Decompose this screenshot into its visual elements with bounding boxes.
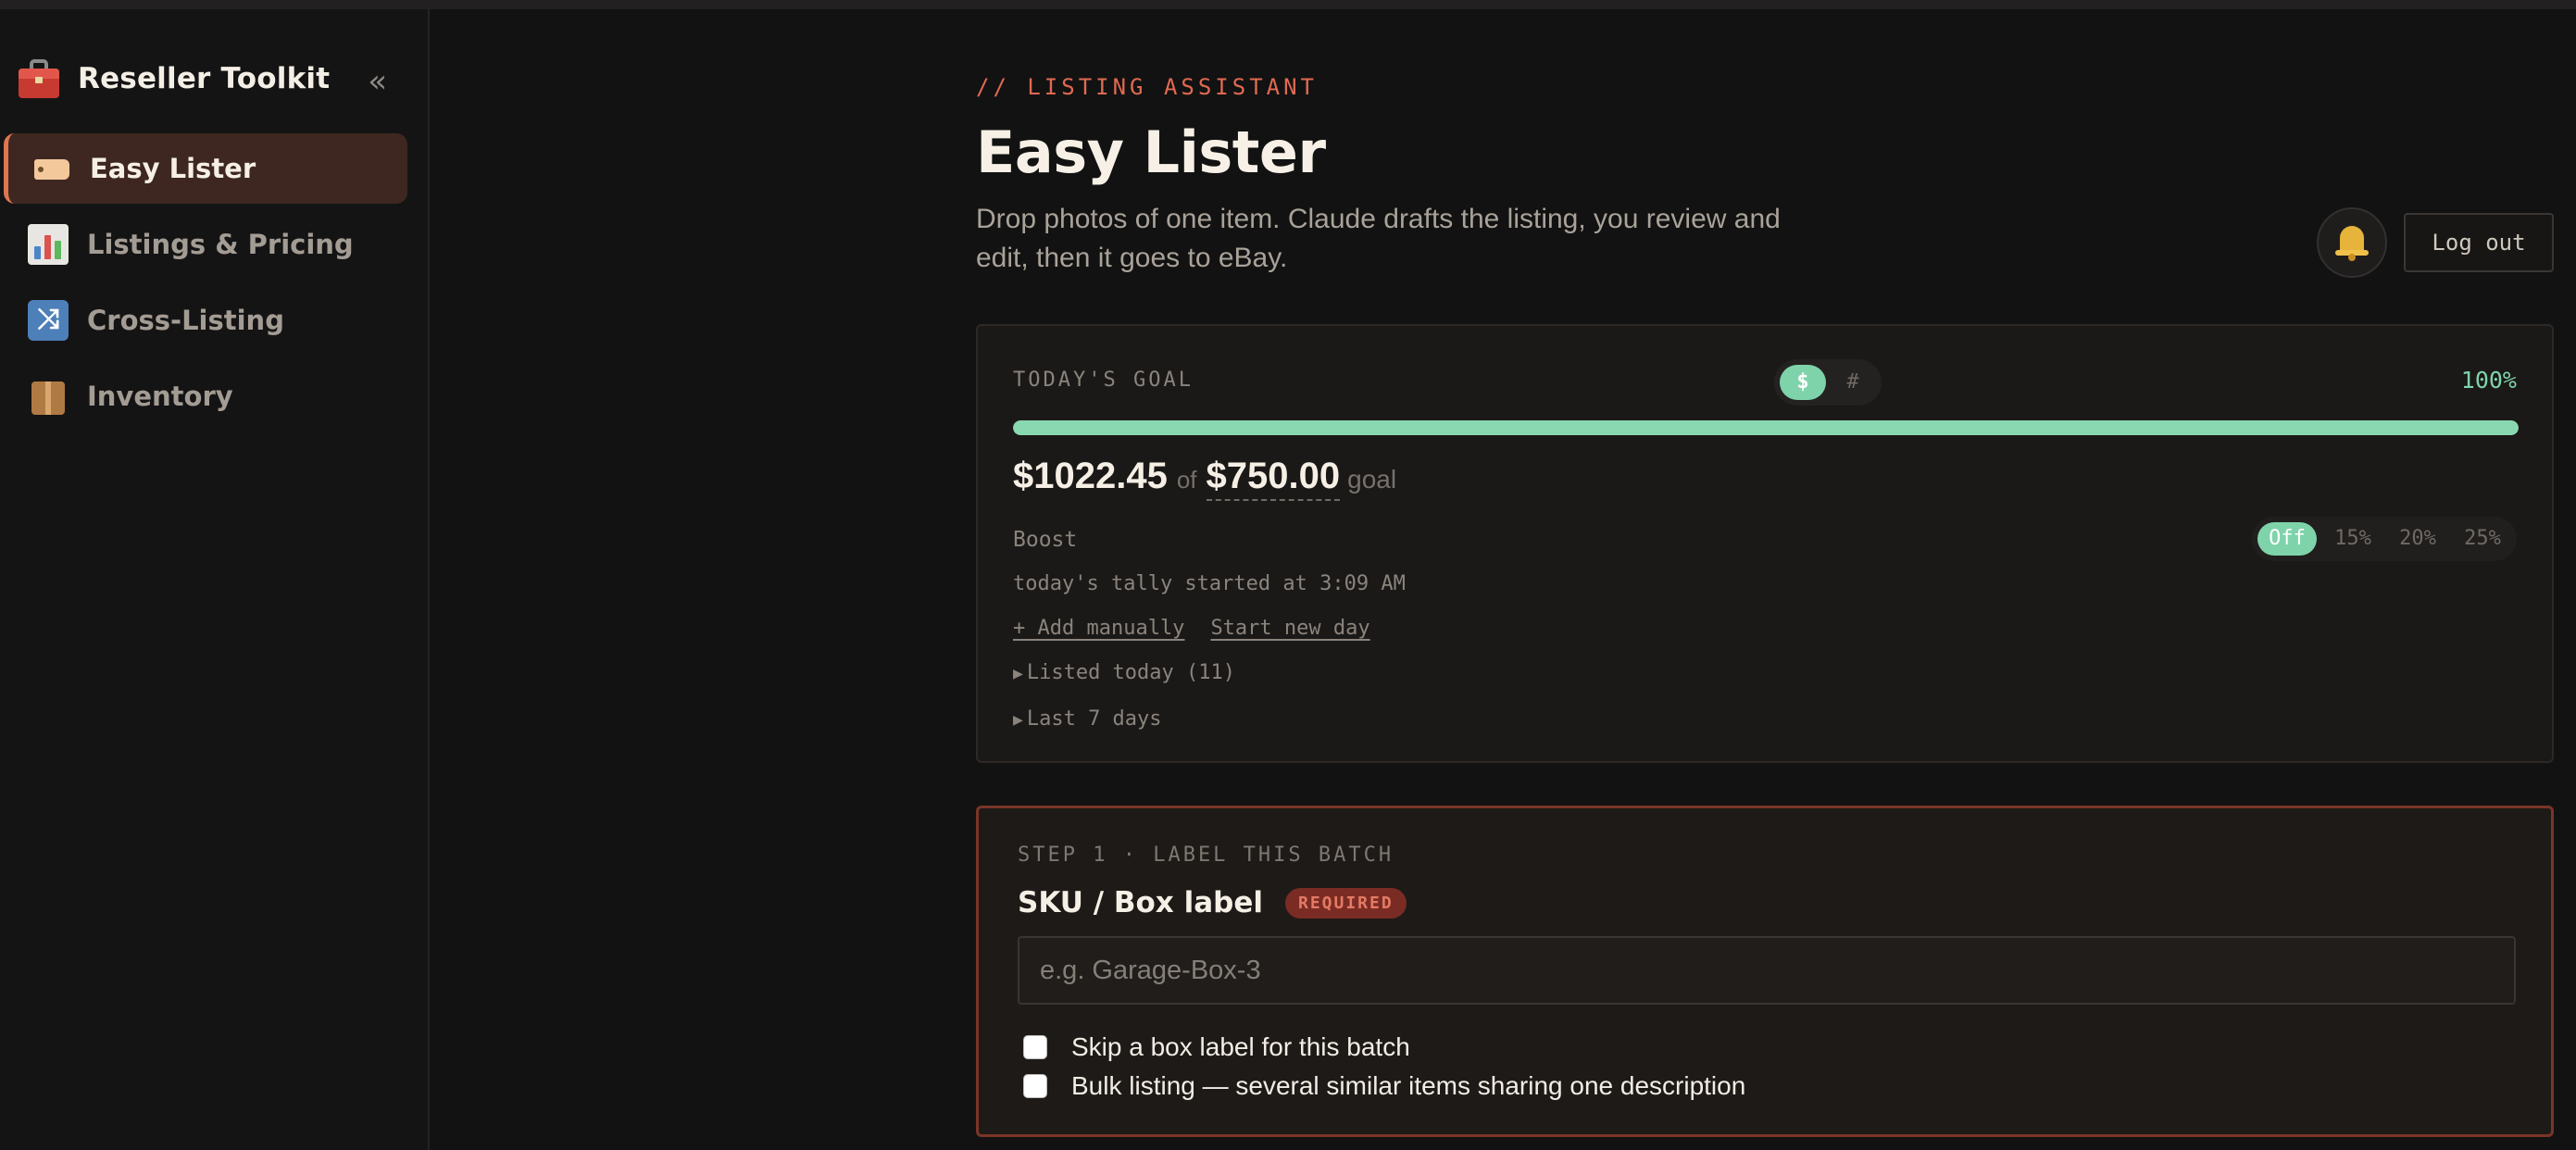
listed-today-expander[interactable]: ▶ Listed today (11): [1013, 661, 1235, 684]
bulk-listing-option[interactable]: Bulk listing — several similar items sha…: [1023, 1071, 1745, 1101]
expand-triangle-icon: ▶: [1013, 664, 1023, 683]
bulk-listing-text: Bulk listing — several similar items sha…: [1071, 1071, 1746, 1100]
goal-word: goal: [1347, 465, 1397, 494]
sidebar-nav: Easy Lister Listings & Pricing ⤨ Cross-L…: [4, 133, 407, 437]
page-title: Easy Lister: [976, 119, 1326, 186]
goal-progress-bar: [1013, 420, 2519, 435]
skip-box-label-option[interactable]: Skip a box label for this batch: [1023, 1032, 1410, 1062]
goal-label: TODAY'S GOAL: [1013, 369, 1194, 392]
page-subtitle: Drop photos of one item. Claude drafts t…: [976, 204, 1781, 273]
sidebar-item-label: Listings & Pricing: [87, 229, 354, 260]
sidebar-item-label: Easy Lister: [90, 153, 256, 184]
sidebar-item-label: Cross-Listing: [87, 305, 284, 336]
bulk-listing-checkbox[interactable]: [1023, 1074, 1047, 1098]
goal-percent: 100%: [2460, 367, 2517, 394]
skip-box-label-text: Skip a box label for this batch: [1071, 1032, 1410, 1061]
sku-input[interactable]: [1018, 936, 2516, 1005]
boost-label: Boost: [1013, 528, 1078, 552]
tag-icon: [31, 148, 71, 189]
boost-option-25[interactable]: 25%: [2454, 522, 2511, 556]
page-eyebrow: // LISTING ASSISTANT: [976, 74, 1318, 100]
add-manually-link[interactable]: + Add manually: [1013, 617, 1184, 640]
sidebar-item-easy-lister[interactable]: Easy Lister: [4, 133, 407, 204]
todays-goal-card: TODAY'S GOAL $ # 100% $1022.45 of $750.0…: [976, 324, 2554, 763]
bar-chart-icon: [28, 224, 69, 265]
required-badge: REQUIRED: [1284, 887, 1407, 919]
boost-option-15[interactable]: 15%: [2324, 522, 2382, 556]
last-7-days-label: Last 7 days: [1026, 707, 1162, 731]
goal-mode-dollar[interactable]: $: [1780, 365, 1826, 400]
sku-field-header: SKU / Box label REQUIRED: [1018, 886, 1407, 919]
goal-mode-count[interactable]: #: [1830, 365, 1876, 400]
goal-amount-line: $1022.45 of $750.00 goal: [1013, 456, 1396, 501]
top-strip: [0, 0, 2576, 9]
brand-name: Reseller Toolkit: [78, 62, 331, 95]
expand-triangle-icon: ▶: [1013, 710, 1023, 730]
package-icon: [28, 376, 69, 417]
bell-icon: [2335, 224, 2369, 261]
goal-progress-fill: [1013, 420, 2519, 435]
collapse-sidebar-icon[interactable]: «: [368, 63, 387, 100]
skip-box-label-checkbox[interactable]: [1023, 1035, 1047, 1059]
start-new-day-link[interactable]: Start new day: [1210, 617, 1369, 640]
goal-target[interactable]: $750.00: [1206, 456, 1341, 501]
shuffle-icon: ⤨: [28, 300, 69, 341]
tally-start-text: today's tally started at 3:09 AM: [1013, 572, 1406, 595]
boost-toggle: Off 15% 20% 25%: [2252, 517, 2517, 561]
boost-option-20[interactable]: 20%: [2389, 522, 2446, 556]
listed-today-label: Listed today (11): [1026, 661, 1236, 684]
step1-eyebrow: STEP 1 · LABEL THIS BATCH: [1018, 844, 1394, 867]
last-7-days-expander[interactable]: ▶ Last 7 days: [1013, 707, 1162, 731]
goal-actions: + Add manually Start new day: [1013, 617, 1396, 640]
sidebar: Reseller Toolkit « Easy Lister Listings …: [0, 9, 430, 1150]
step1-card: STEP 1 · LABEL THIS BATCH SKU / Box labe…: [976, 806, 2554, 1137]
goal-amount: $1022.45: [1013, 456, 1168, 496]
brand: Reseller Toolkit «: [17, 48, 415, 109]
notifications-button[interactable]: [2317, 207, 2387, 278]
toolbox-icon: [17, 57, 61, 100]
sku-field-label: SKU / Box label: [1018, 886, 1263, 919]
sidebar-item-inventory[interactable]: Inventory: [4, 361, 407, 431]
sidebar-item-cross-listing[interactable]: ⤨ Cross-Listing: [4, 285, 407, 356]
sidebar-item-label: Inventory: [87, 381, 233, 412]
boost-option-off[interactable]: Off: [2257, 522, 2317, 556]
logout-button[interactable]: Log out: [2404, 213, 2554, 272]
goal-mode-toggle: $ #: [1774, 359, 1882, 406]
goal-of-text: of: [1176, 466, 1197, 494]
sidebar-item-listings-pricing[interactable]: Listings & Pricing: [4, 209, 407, 280]
